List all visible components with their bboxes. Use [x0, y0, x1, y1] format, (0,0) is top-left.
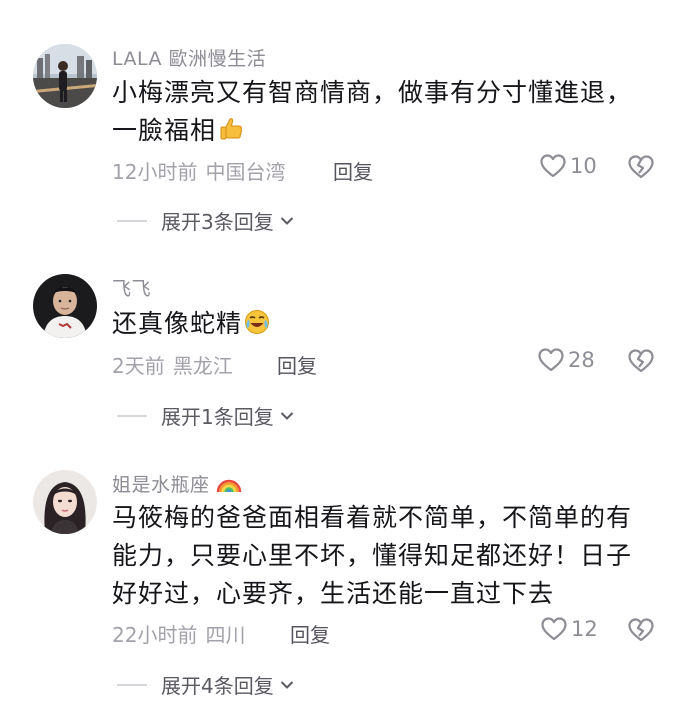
- comment-text-line: 小梅漂亮又有智商情商，做事有分寸懂進退，: [112, 78, 633, 107]
- comment-meta: 12小时前 中国台湾: [112, 156, 285, 185]
- comment-meta: 22小时前 四川: [112, 619, 245, 648]
- broken-heart-icon: [628, 349, 654, 373]
- expand-replies-button[interactable]: 展开4条回复: [117, 670, 294, 699]
- comment-text: 马筱梅的爸爸面相看着就不简单，不简单的有 能力，只要心里不坏，懂得知足都还好！日…: [112, 499, 672, 613]
- comment-text-line-content: 还真像蛇精: [112, 309, 243, 338]
- like-count: 10: [570, 154, 597, 178]
- heart-icon: [541, 617, 567, 641]
- like-count: 28: [568, 348, 595, 372]
- comment-text: 小梅漂亮又有智商情商，做事有分寸懂進退， 一臉福相: [112, 74, 672, 153]
- dislike-button[interactable]: [627, 348, 655, 378]
- username[interactable]: 飞飞: [112, 274, 151, 301]
- chevron-down-icon: [280, 216, 293, 225]
- comment-location: 黑龙江: [172, 354, 233, 378]
- like-button[interactable]: 12: [540, 616, 598, 642]
- comment-text-line: 能力，只要心里不坏，懂得知足都还好！日子: [112, 541, 633, 570]
- comment-time: 22小时前: [112, 623, 198, 647]
- reply-button[interactable]: 回复: [290, 619, 330, 648]
- dislike-button[interactable]: [627, 154, 655, 184]
- comment-meta: 2天前 黑龙江: [112, 350, 233, 379]
- expand-replies-button[interactable]: 展开1条回复: [117, 401, 294, 430]
- reply-button[interactable]: 回复: [333, 156, 373, 185]
- comment-text: 还真像蛇精: [112, 305, 672, 346]
- chevron-down-icon: [280, 680, 293, 689]
- comment-location: 四川: [205, 623, 246, 647]
- heart-icon: [540, 154, 566, 178]
- broken-heart-icon: [628, 155, 654, 179]
- like-button[interactable]: 10: [539, 153, 597, 179]
- comment-text-line: 好好过，心要齐，生活还能一直过下去: [112, 579, 555, 608]
- rainbow-icon: [216, 474, 242, 499]
- comment-text-line: 一臉福相: [112, 112, 672, 153]
- divider: [117, 414, 147, 417]
- divider: [117, 683, 147, 686]
- avatar[interactable]: [33, 274, 97, 338]
- thumbs-up-icon: [218, 115, 244, 153]
- comment-text-line: 还真像蛇精: [112, 305, 672, 346]
- comment-time: 2天前: [112, 354, 165, 378]
- heart-icon: [538, 348, 564, 372]
- comment-time: 12小时前: [112, 160, 198, 184]
- reply-button[interactable]: 回复: [277, 350, 317, 379]
- comment-location: 中国台湾: [205, 160, 286, 184]
- username[interactable]: LALA 歐洲慢生活: [112, 44, 266, 71]
- avatar[interactable]: [33, 44, 97, 108]
- expand-replies-label: 展开3条回复: [161, 210, 274, 234]
- comment-text-line-content: 一臉福相: [112, 116, 217, 145]
- like-count: 12: [571, 617, 598, 641]
- dislike-button[interactable]: [627, 617, 655, 647]
- chevron-down-icon: [280, 411, 293, 420]
- expand-replies-label: 展开1条回复: [161, 405, 274, 429]
- avatar[interactable]: [33, 470, 97, 534]
- expand-replies-button[interactable]: 展开3条回复: [117, 206, 294, 235]
- comment-text-line: 马筱梅的爸爸面相看着就不简单，不简单的有: [112, 503, 633, 532]
- crying-laughing-icon: [244, 308, 270, 346]
- like-button[interactable]: 28: [537, 347, 595, 373]
- broken-heart-icon: [628, 618, 654, 642]
- username[interactable]: 姐是水瓶座: [112, 470, 242, 499]
- expand-replies-label: 展开4条回复: [161, 674, 274, 698]
- username-text: 姐是水瓶座: [112, 474, 210, 496]
- divider: [117, 219, 147, 222]
